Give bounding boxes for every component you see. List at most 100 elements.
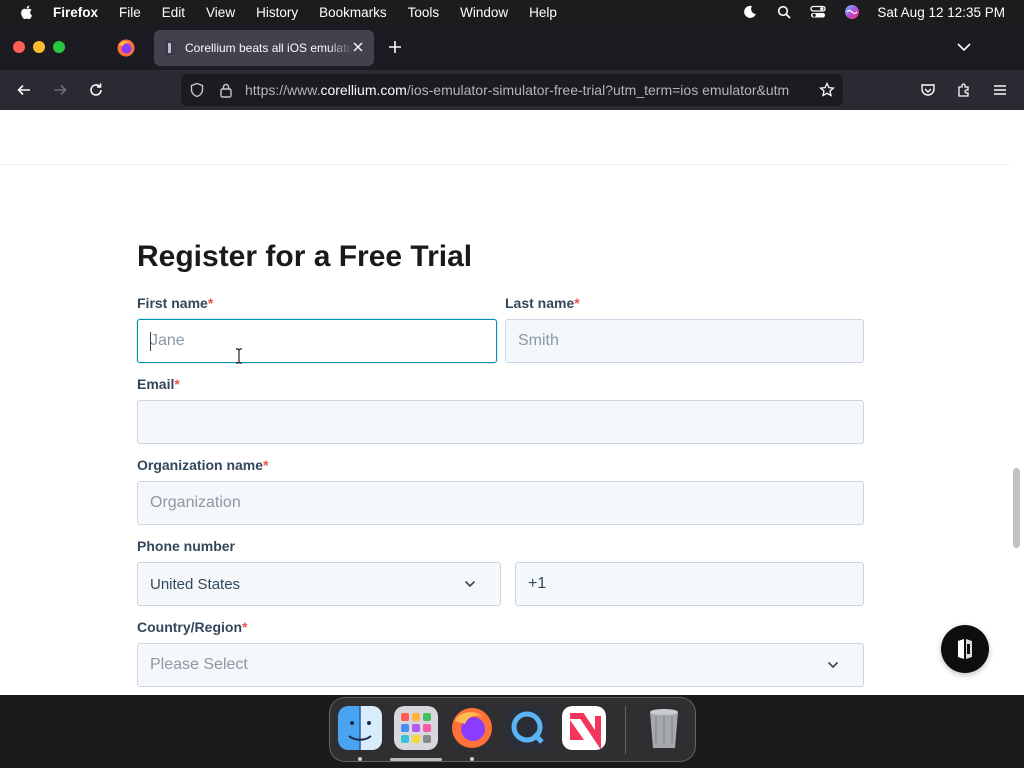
- organization-label-text: Organization name: [137, 457, 264, 473]
- organization-placeholder: Organization: [150, 494, 241, 511]
- last-name-input[interactable]: Smith: [505, 319, 864, 363]
- phone-label: Phone number: [137, 538, 235, 554]
- quicktime-icon[interactable]: [506, 706, 550, 750]
- zoom-window-button[interactable]: [53, 41, 65, 53]
- tab-title: Corellium beats all iOS emulators: [185, 41, 353, 55]
- trash-icon[interactable]: [642, 706, 686, 750]
- app-menu-button[interactable]: [990, 80, 1010, 100]
- last-name-placeholder: Smith: [518, 332, 559, 349]
- hamburger-menu-icon: [994, 85, 1006, 95]
- phone-country-select[interactable]: United States: [137, 562, 501, 606]
- required-asterisk: *: [174, 376, 180, 392]
- finder-icon[interactable]: [338, 706, 382, 750]
- email-label: Email*: [137, 376, 180, 392]
- menu-window[interactable]: Window: [460, 5, 508, 20]
- firefox-running-indicator: [470, 757, 474, 761]
- extensions-button[interactable]: [954, 80, 974, 100]
- siri-icon[interactable]: [843, 4, 861, 20]
- navigation-toolbar: https://www.corellium.com/ios-emulator-s…: [0, 70, 1024, 110]
- menu-help[interactable]: Help: [529, 5, 557, 20]
- pocket-icon: [921, 84, 935, 96]
- phone-country-value: United States: [150, 575, 241, 593]
- country-region-placeholder: Please Select: [150, 656, 248, 673]
- organization-label: Organization name*: [137, 457, 268, 473]
- country-region-label: Country/Region*: [137, 619, 247, 635]
- firefox-icon[interactable]: [450, 706, 494, 750]
- tab-active[interactable]: Corellium beats all iOS emulators: [154, 30, 374, 66]
- text-caret: [150, 332, 151, 351]
- menu-view[interactable]: View: [206, 5, 235, 20]
- phone-code-value: +1: [528, 575, 547, 592]
- url-text[interactable]: https://www.corellium.com/ios-emulator-s…: [245, 82, 813, 98]
- country-region-select[interactable]: Please Select: [137, 643, 864, 687]
- menu-clock[interactable]: Sat Aug 12 12:35 PM: [877, 5, 1005, 20]
- email-input[interactable]: [137, 400, 864, 444]
- phone-label-text: Phone number: [137, 538, 236, 554]
- dock-active-indicator: [390, 758, 442, 761]
- required-asterisk: *: [574, 295, 580, 311]
- corellium-logo-icon: [958, 639, 972, 659]
- url-prefix: https://www.: [245, 82, 321, 98]
- page-scrollbar-thumb[interactable]: [1013, 468, 1020, 548]
- back-arrow-icon: [17, 84, 30, 96]
- moon-icon[interactable]: [741, 4, 759, 20]
- pocket-button[interactable]: [918, 80, 938, 100]
- last-name-label-text: Last name: [505, 295, 575, 311]
- phone-number-input[interactable]: +1: [515, 562, 864, 606]
- reload-button[interactable]: [86, 80, 106, 100]
- new-tab-icon[interactable]: [387, 39, 403, 55]
- launchpad-icon[interactable]: [394, 706, 438, 750]
- corellium-favicon-icon: [165, 41, 175, 55]
- url-path: /ios-emulator-simulator-free-trial?utm_t…: [406, 82, 790, 98]
- tab-bar: Corellium beats all iOS emulators: [0, 24, 1024, 70]
- forward-button[interactable]: [50, 80, 70, 100]
- first-name-placeholder: Jane: [150, 332, 185, 349]
- chevron-down-icon: [464, 580, 476, 588]
- close-window-button[interactable]: [13, 41, 25, 53]
- firefox-icon[interactable]: [116, 38, 136, 58]
- dock: [329, 697, 696, 762]
- chevron-down-icon: [827, 661, 839, 669]
- menu-bar: Firefox File Edit View History Bookmarks…: [0, 0, 1024, 24]
- forward-arrow-icon: [54, 84, 67, 96]
- email-label-text: Email: [137, 376, 175, 392]
- required-asterisk: *: [242, 619, 248, 635]
- page-scrollbar[interactable]: [1009, 110, 1024, 695]
- menu-bookmarks[interactable]: Bookmarks: [319, 5, 387, 20]
- close-tab-icon[interactable]: [351, 40, 365, 54]
- bookmark-star-icon[interactable]: [819, 82, 835, 98]
- news-icon[interactable]: [562, 706, 606, 750]
- menu-history[interactable]: History: [256, 5, 298, 20]
- first-name-label: First name*: [137, 295, 213, 311]
- corellium-chat-button[interactable]: [941, 625, 989, 673]
- search-icon[interactable]: [775, 4, 793, 20]
- form-title: Register for a Free Trial: [137, 240, 473, 273]
- menu-file[interactable]: File: [119, 5, 141, 20]
- url-host: corellium.com: [320, 82, 407, 98]
- required-asterisk: *: [263, 457, 269, 473]
- last-name-label: Last name*: [505, 295, 580, 311]
- header-divider: [0, 164, 1009, 165]
- minimize-window-button[interactable]: [33, 41, 45, 53]
- reload-icon: [90, 83, 102, 96]
- finder-running-indicator: [358, 757, 362, 761]
- dock-separator: [625, 706, 626, 754]
- apple-icon[interactable]: [19, 4, 35, 20]
- page-viewport: Register for a Free Trial First name* Ja…: [0, 110, 1009, 695]
- control-center-icon[interactable]: [809, 4, 827, 20]
- back-button[interactable]: [14, 80, 34, 100]
- list-all-tabs-icon[interactable]: [956, 41, 972, 53]
- lock-icon[interactable]: [219, 82, 233, 98]
- puzzle-piece-icon: [958, 83, 969, 97]
- first-name-input[interactable]: Jane: [137, 319, 497, 363]
- menu-edit[interactable]: Edit: [162, 5, 185, 20]
- required-asterisk: *: [207, 295, 214, 311]
- menu-app-firefox[interactable]: Firefox: [53, 5, 98, 20]
- ibeam-cursor-icon: [236, 348, 242, 364]
- tracking-protection-shield-icon[interactable]: [189, 82, 205, 98]
- first-name-label-text: First name: [137, 295, 208, 311]
- url-bar[interactable]: https://www.corellium.com/ios-emulator-s…: [181, 74, 843, 106]
- menu-tools[interactable]: Tools: [408, 5, 440, 20]
- organization-input[interactable]: Organization: [137, 481, 864, 525]
- country-region-label-text: Country/Region: [137, 619, 242, 635]
